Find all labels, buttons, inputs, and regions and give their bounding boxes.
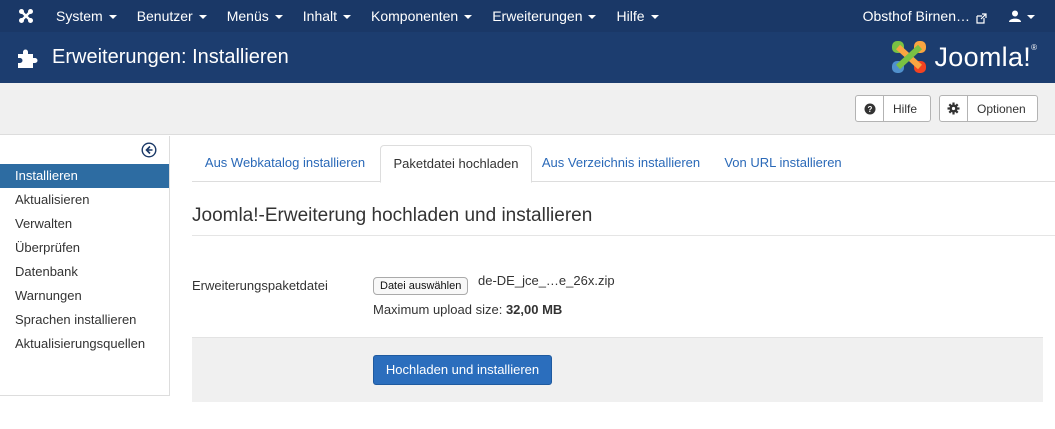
- menu-komponenten[interactable]: Komponenten: [371, 0, 482, 32]
- caret-down-icon: [588, 15, 597, 19]
- toolbar: ? Hilfe Optionen: [0, 83, 1055, 135]
- options-button-label: Optionen: [977, 101, 1026, 116]
- tab-verzeichnis[interactable]: Aus Verzeichnis installieren: [534, 145, 708, 182]
- site-preview-link[interactable]: Obsthof Birnen…: [863, 8, 987, 24]
- menu-hilfe[interactable]: Hilfe: [616, 0, 668, 32]
- sidebar-menu: Installieren Aktualisieren Verwalten Übe…: [0, 164, 169, 356]
- caret-down-icon: [198, 15, 207, 19]
- install-tabs: Aus Webkatalog installieren Paketdatei h…: [192, 145, 1055, 183]
- joomla-brand-logo: Joomla! ®: [890, 39, 1037, 75]
- gear-icon: [940, 96, 968, 121]
- caret-down-icon: [650, 15, 659, 19]
- menu-benutzer[interactable]: Benutzer: [137, 0, 217, 32]
- user-icon: [1009, 10, 1021, 22]
- options-button[interactable]: Optionen: [939, 95, 1038, 122]
- menu-system[interactable]: System: [56, 0, 127, 32]
- tab-paketdatei[interactable]: Paketdatei hochladen: [380, 145, 532, 183]
- caret-down-icon: [464, 15, 473, 19]
- svg-text:?: ?: [867, 105, 872, 114]
- site-name: Obsthof Birnen…: [862, 8, 970, 24]
- sidebar-item-warnungen[interactable]: Warnungen: [0, 284, 169, 308]
- joomla-x-logo-icon[interactable]: [0, 0, 52, 32]
- package-file-label: Erweiterungspaketdatei: [192, 278, 328, 293]
- collapse-sidebar-icon[interactable]: [141, 142, 157, 158]
- tab-url[interactable]: Von URL installieren: [718, 145, 848, 182]
- selected-file-name: de-DE_jce_…e_26x.zip: [478, 273, 615, 288]
- question-circle-icon: ?: [856, 96, 884, 121]
- caret-down-icon: [108, 15, 117, 19]
- joomla-logo-icon: [892, 41, 927, 73]
- help-button-label: Hilfe: [893, 101, 918, 116]
- sidebar-item-datenbank[interactable]: Datenbank: [0, 260, 169, 284]
- caret-down-icon: [274, 15, 283, 19]
- sidebar-item-verwalten[interactable]: Verwalten: [0, 212, 169, 236]
- section-legend: Joomla!-Erweiterung hochladen und instal…: [192, 205, 1055, 236]
- brand-name: Joomla!: [934, 41, 1032, 72]
- form-actions: Hochladen und installieren: [192, 337, 1043, 402]
- menu-menues[interactable]: Menüs: [227, 0, 293, 32]
- menu-inhalt-label: Inhalt: [302, 8, 338, 24]
- menu-erweiterungen[interactable]: Erweiterungen: [492, 0, 606, 32]
- caret-down-icon: [343, 15, 352, 19]
- sidebar-item-ueberpruefen[interactable]: Überprüfen: [0, 236, 169, 260]
- sidebar-item-aktualisieren[interactable]: Aktualisieren: [0, 188, 169, 212]
- menu-system-label: System: [56, 8, 103, 24]
- page-title: Erweiterungen: Installieren: [52, 46, 289, 68]
- menu-benutzer-label: Benutzer: [136, 8, 193, 24]
- main-menu: System Benutzer Menüs Inhalt Komponenten…: [52, 0, 679, 32]
- topnav-right: Obsthof Birnen…: [863, 0, 1055, 32]
- max-upload-size-prefix: Maximum upload size:: [373, 302, 506, 317]
- tab-webkatalog[interactable]: Aus Webkatalog installieren: [192, 145, 378, 182]
- menu-inhalt[interactable]: Inhalt: [303, 0, 361, 32]
- choose-file-button[interactable]: Datei auswählen: [373, 277, 469, 295]
- brand-registered: ®: [1031, 42, 1037, 52]
- menu-menues-label: Menüs: [226, 8, 269, 24]
- max-upload-size: Maximum upload size: 32,00 MB: [373, 302, 562, 317]
- sidebar: Installieren Aktualisieren Verwalten Übe…: [0, 136, 170, 396]
- external-link-icon: [976, 11, 987, 24]
- page-header: Erweiterungen: Installieren Joomla! ®: [0, 32, 1055, 83]
- menu-hilfe-label: Hilfe: [616, 8, 645, 24]
- menu-komponenten-label: Komponenten: [371, 8, 459, 24]
- upload-install-button[interactable]: Hochladen und installieren: [373, 355, 552, 385]
- sidebar-item-installieren[interactable]: Installieren: [0, 164, 169, 188]
- menu-erweiterungen-label: Erweiterungen: [492, 8, 583, 24]
- max-upload-size-value: 32,00 MB: [505, 302, 563, 317]
- top-navbar: System Benutzer Menüs Inhalt Komponenten…: [0, 0, 1055, 32]
- help-button[interactable]: ? Hilfe: [855, 95, 931, 122]
- caret-down-icon: [1027, 15, 1035, 19]
- user-menu[interactable]: [1009, 10, 1035, 22]
- sidebar-item-aktualisierungsquellen[interactable]: Aktualisierungsquellen: [0, 332, 169, 356]
- sidebar-item-sprachen-installieren[interactable]: Sprachen installieren: [0, 308, 169, 332]
- puzzle-piece-icon: [18, 49, 38, 68]
